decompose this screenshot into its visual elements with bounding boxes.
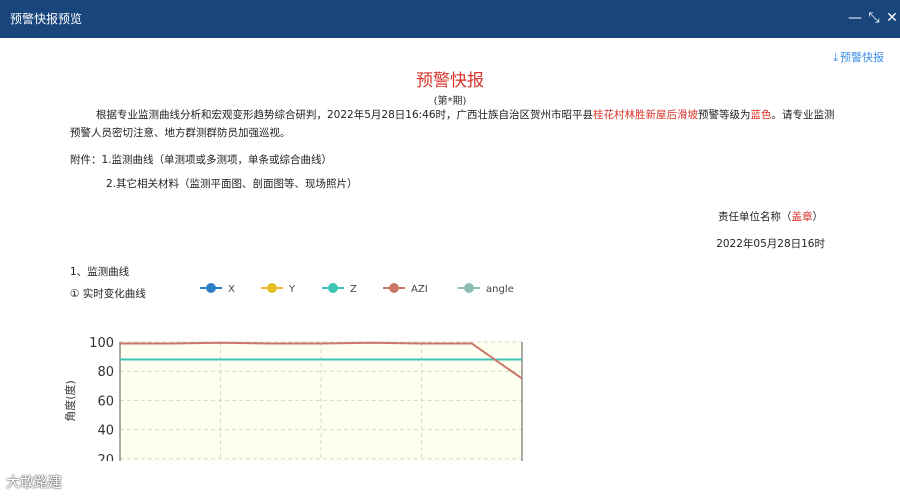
legend-item-z[interactable]: Z xyxy=(322,283,357,295)
responsible-unit: 责任单位名称（盖章） xyxy=(718,209,823,224)
body-text-2: 预警等级为 xyxy=(698,109,751,121)
legend-marker xyxy=(267,283,277,293)
legend-marker xyxy=(464,283,474,293)
seal-text: 盖章 xyxy=(791,211,813,223)
report-date: 2022年05月28日16时 xyxy=(716,238,825,250)
landslide-location: 桂花村林胜新屋后滑坡 xyxy=(593,109,699,121)
attachment-1: 附件：1.监测曲线（单测项或多测项，单条或综合曲线） xyxy=(70,154,333,166)
chart-legend[interactable]: X Y Z AZI angle xyxy=(200,283,514,295)
legend-item-x[interactable]: X xyxy=(200,283,235,295)
y-tick-label: 80 xyxy=(97,365,114,380)
body-text-1: 根据专业监测曲线分析和宏观变形趋势综合研判，2022年5月28日16:46时，广… xyxy=(96,109,594,121)
attachment-2: 2.其它相关材料（监测平面图、剖面图等、现场照片） xyxy=(106,178,358,190)
download-label: 预警快报 xyxy=(840,51,884,64)
restore-icon[interactable]: ⤡ xyxy=(866,9,882,27)
y-tick-label: 100 xyxy=(89,336,114,351)
y-tick-label: 20 xyxy=(97,453,114,461)
legend-item-azi[interactable]: AZI xyxy=(383,283,428,295)
window-titlebar: 预警快报预览 — ⤡ ✕ xyxy=(0,0,900,38)
minimize-icon[interactable]: — xyxy=(847,9,863,27)
responsible-label: 责任单位名称（ xyxy=(718,211,792,223)
y-tick-label: 40 xyxy=(97,424,114,439)
legend-item-angle[interactable]: angle xyxy=(458,283,514,295)
report-body: 根据专业监测曲线分析和宏观变形趋势综合研判，2022年5月28日16:46时，广… xyxy=(70,106,840,142)
legend-label: angle xyxy=(486,284,514,295)
realtime-change-chart: X Y Z AZI angle 角度(度) 100 80 60 40 20 xyxy=(63,283,523,461)
close-icon[interactable]: ✕ xyxy=(884,9,900,27)
legend-label: AZI xyxy=(411,284,428,295)
window-title: 预警快报预览 xyxy=(10,12,83,26)
legend-label: X xyxy=(228,284,235,295)
download-report-link[interactable]: ⤓ 预警快报 xyxy=(833,49,884,65)
legend-marker xyxy=(206,283,216,293)
watermark-text: 大敢路建 xyxy=(6,475,62,491)
responsible-close: ） xyxy=(812,211,824,223)
download-icon: ⤓ xyxy=(833,51,838,64)
legend-item-y[interactable]: Y xyxy=(261,283,296,295)
legend-marker xyxy=(328,283,338,293)
warning-level: 蓝色 xyxy=(750,109,772,121)
report-title: 预警快报 xyxy=(416,71,484,91)
legend-label: Z xyxy=(350,284,357,295)
y-tick-label: 60 xyxy=(97,394,114,409)
y-axis-label: 角度(度) xyxy=(63,380,77,422)
legend-label: Y xyxy=(288,284,296,295)
chart-plot-area: 100 80 60 40 20 xyxy=(89,336,523,461)
legend-marker xyxy=(389,283,399,293)
report-issue: (第*期) xyxy=(433,96,467,107)
